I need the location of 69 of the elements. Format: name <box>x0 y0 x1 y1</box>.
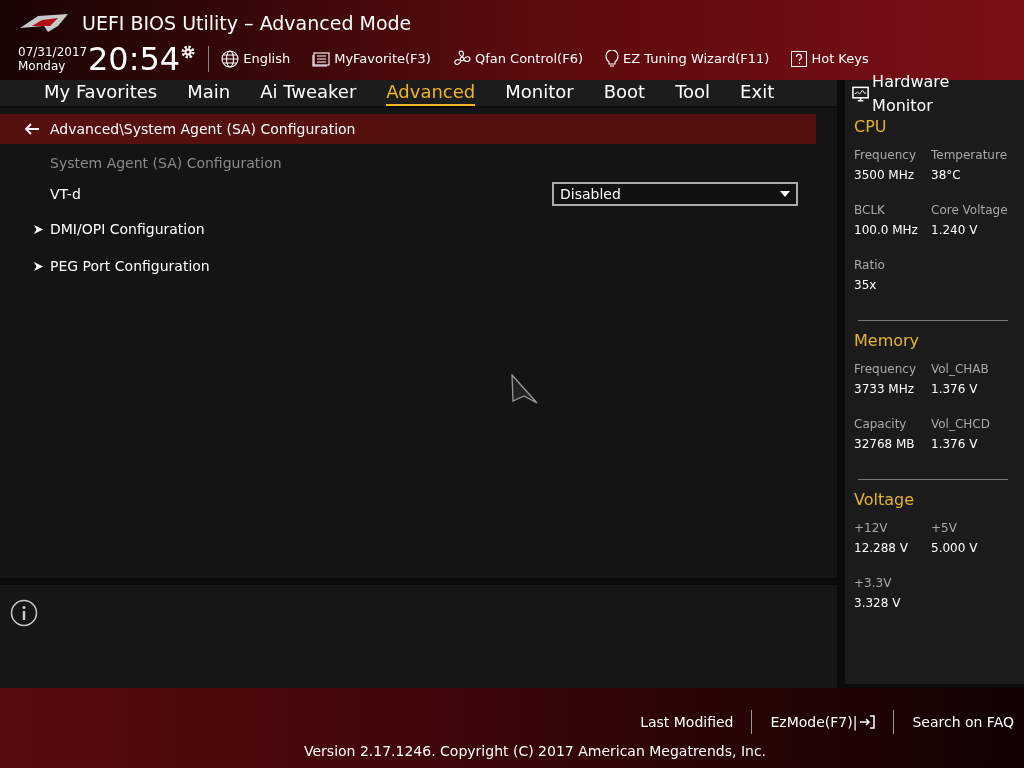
setting-label: VT-d <box>50 184 81 204</box>
footer-button[interactable]: Last Modified <box>640 711 734 733</box>
stat-label: Temperature <box>931 147 1008 165</box>
menu-tab[interactable]: My Favorites <box>44 80 158 107</box>
menu-tab[interactable]: Boot <box>603 80 646 107</box>
submenu-arrow-icon <box>34 262 43 272</box>
stat-value: 38°C <box>931 167 962 185</box>
back-arrow-icon[interactable] <box>24 123 40 136</box>
stat-value: 35x <box>854 277 878 295</box>
menu-tab[interactable]: Tool <box>675 80 711 107</box>
group-title: Memory <box>853 330 921 352</box>
window-title: UEFI BIOS Utility – Advanced Mode <box>82 10 412 36</box>
date-text: 07/31/2017 <box>18 45 88 59</box>
stat-label: Capacity <box>854 416 908 434</box>
footer-button[interactable]: EzMode(F7)| <box>770 711 876 733</box>
exit-icon <box>859 715 876 730</box>
toolbar-button[interactable]: EZ Tuning Wizard(F11) <box>604 49 770 69</box>
stat-label: +3.3V <box>854 575 893 593</box>
day-text: Monday <box>18 59 67 73</box>
logo-icon <box>18 12 70 34</box>
stat-label: +5V <box>931 520 958 538</box>
stat-value: 1.376 V <box>931 381 979 399</box>
stat-value: 1.376 V <box>931 436 979 454</box>
group-title: Voltage <box>853 489 915 511</box>
stat-value: 3733 MHz <box>854 381 916 399</box>
menu-tab[interactable]: Ai Tweaker <box>260 80 357 107</box>
stat-value: 100.0 MHz <box>854 222 919 240</box>
stat-value: 3.328 V <box>854 595 902 613</box>
version-text: Version 2.17.1246. Copyright (C) 2017 American Megatrends, Inc. <box>304 742 767 762</box>
stat-value: 5.000 V <box>931 540 979 558</box>
panel-title: Hardware Monitor <box>872 71 951 118</box>
section-title: System Agent (SA) Configuration <box>49 154 283 174</box>
info-icon <box>10 599 38 628</box>
stat-value: 12.288 V <box>854 540 909 558</box>
stat-label: Frequency <box>854 361 917 379</box>
stat-value: 32768 MB <box>854 436 916 454</box>
group-title: CPU <box>853 116 888 138</box>
menu-tab[interactable]: Exit <box>740 80 775 107</box>
stat-value: 1.240 V <box>931 222 979 240</box>
stat-label: Ratio <box>854 257 886 275</box>
stat-label: BCLK <box>854 202 886 220</box>
toolbar-button[interactable]: Hot Keys <box>791 49 869 69</box>
gear-icon[interactable] <box>180 44 197 60</box>
help-icon <box>791 51 808 67</box>
stat-label: Vol_CHCD <box>931 416 991 434</box>
toolbar-button[interactable]: MyFavorite(F3) <box>312 49 431 69</box>
globe-icon <box>221 50 240 68</box>
dropdown-caret-icon <box>780 191 790 198</box>
stat-value: 3500 MHz <box>854 167 916 185</box>
stat-label: +12V <box>854 520 889 538</box>
submenu-link[interactable]: DMI/OPI Configuration <box>50 219 205 241</box>
submenu-arrow-icon <box>34 225 43 235</box>
toolbar-button[interactable]: Qfan Control(F6) <box>452 49 583 69</box>
fan-icon <box>452 50 471 68</box>
lightbulb-icon <box>604 50 619 68</box>
breadcrumb-path: Advanced\System Agent (SA) Configuration <box>50 119 356 139</box>
stat-label: Core Voltage <box>931 202 1008 220</box>
list-icon <box>312 51 331 67</box>
toolbar-button[interactable]: English <box>221 49 291 69</box>
submenu-link[interactable]: PEG Port Configuration <box>50 256 210 278</box>
footer-button[interactable]: Search on FAQ <box>912 711 1014 733</box>
monitor-icon <box>852 85 870 103</box>
stat-label: Vol_CHAB <box>931 361 990 379</box>
menu-tab[interactable]: Monitor <box>505 80 574 107</box>
menu-tab[interactable]: Advanced <box>386 80 476 107</box>
clock-time: 20:54 <box>88 42 181 76</box>
stat-label: Frequency <box>854 147 917 165</box>
dropdown-field[interactable]: Disabled <box>552 182 798 207</box>
menu-tab[interactable]: Main <box>187 80 231 107</box>
